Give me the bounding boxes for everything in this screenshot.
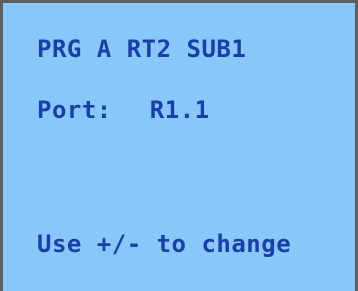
hint-text: Use +/- to change bbox=[37, 230, 292, 258]
lcd-display: PRG A RT2 SUB1 Port: R1.1 Use +/- to chan… bbox=[0, 0, 358, 291]
port-row: Port: R1.1 bbox=[37, 98, 210, 122]
port-value: R1.1 bbox=[149, 96, 210, 124]
program-route-title: PRG A RT2 SUB1 bbox=[37, 35, 247, 63]
port-label: Port: bbox=[37, 96, 112, 124]
